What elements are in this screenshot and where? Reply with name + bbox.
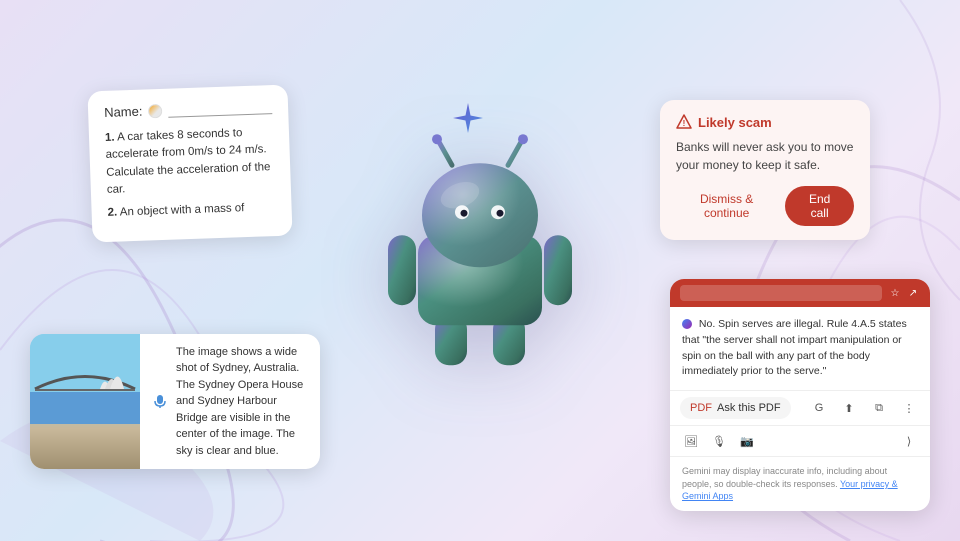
camera-icon[interactable]: 📷 — [736, 430, 758, 452]
ask-pdf-label: Ask this PDF — [717, 402, 781, 414]
copy-icon[interactable]: ⧉ — [868, 397, 890, 419]
warning-icon: ! — [676, 114, 692, 130]
more-icon[interactable]: ⋮ — [898, 397, 920, 419]
browser-toolbar: PDF Ask this PDF G ⬆ ⧉ ⋮ — [670, 391, 930, 426]
question-2: 2. An object with a mass of — [107, 199, 275, 222]
browser-toolbar-2: 🖼 🎙 📷 ⟩ — [670, 426, 930, 457]
name-label: Name: — [104, 104, 143, 120]
forward-icon[interactable]: ⟩ — [898, 430, 920, 452]
mic-icon — [152, 393, 168, 409]
star-icon[interactable]: ☆ — [888, 286, 902, 300]
browser-footer: Gemini may display inaccurate info, incl… — [670, 457, 930, 511]
sydney-description: The image shows a wide shot of Sydney, A… — [140, 334, 320, 470]
google-icon[interactable]: G — [808, 397, 830, 419]
scam-actions: Dismiss & continue End call — [676, 186, 854, 226]
browser-icons: ☆ ↗ — [888, 286, 920, 300]
android-mascot — [370, 120, 590, 380]
browser-url-bar — [680, 285, 882, 301]
svg-text:!: ! — [683, 119, 686, 128]
share-toolbar-icon[interactable]: ⬆ — [838, 397, 860, 419]
worksheet-card: Name: 1. A car takes 8 seconds to accele… — [87, 85, 292, 243]
scam-header: ! Likely scam — [676, 114, 854, 130]
mic-toolbar-icon[interactable]: 🎙 — [708, 430, 730, 452]
scam-alert-card: ! Likely scam Banks will never ask you t… — [660, 100, 870, 240]
image-icon[interactable]: 🖼 — [680, 430, 702, 452]
name-underline — [168, 100, 272, 118]
ask-pdf-button[interactable]: PDF Ask this PDF — [680, 397, 791, 419]
scam-body: Banks will never ask you to move your mo… — [676, 138, 854, 174]
browser-text: No. Spin serves are illegal. Rule 4.A.5 … — [682, 318, 907, 377]
color-indicator — [148, 103, 162, 117]
question-1: 1. A car takes 8 seconds to accelerate f… — [105, 124, 275, 199]
browser-content: No. Spin serves are illegal. Rule 4.A.5 … — [670, 307, 930, 391]
dismiss-button[interactable]: Dismiss & continue — [676, 188, 777, 224]
browser-card: ☆ ↗ No. Spin serves are illegal. Rule 4.… — [670, 279, 930, 511]
sydney-image — [30, 334, 140, 470]
scam-title: Likely scam — [698, 115, 772, 130]
name-row: Name: — [104, 99, 272, 120]
gemini-dot-icon — [682, 319, 692, 329]
share-icon[interactable]: ↗ — [906, 286, 920, 300]
end-call-button[interactable]: End call — [785, 186, 854, 226]
sydney-text: The image shows a wide shot of Sydney, A… — [176, 344, 308, 460]
pdf-icon: PDF — [690, 402, 712, 414]
sydney-card: The image shows a wide shot of Sydney, A… — [30, 334, 320, 470]
gemini-star-icon — [450, 100, 486, 141]
browser-top-bar: ☆ ↗ — [670, 279, 930, 307]
